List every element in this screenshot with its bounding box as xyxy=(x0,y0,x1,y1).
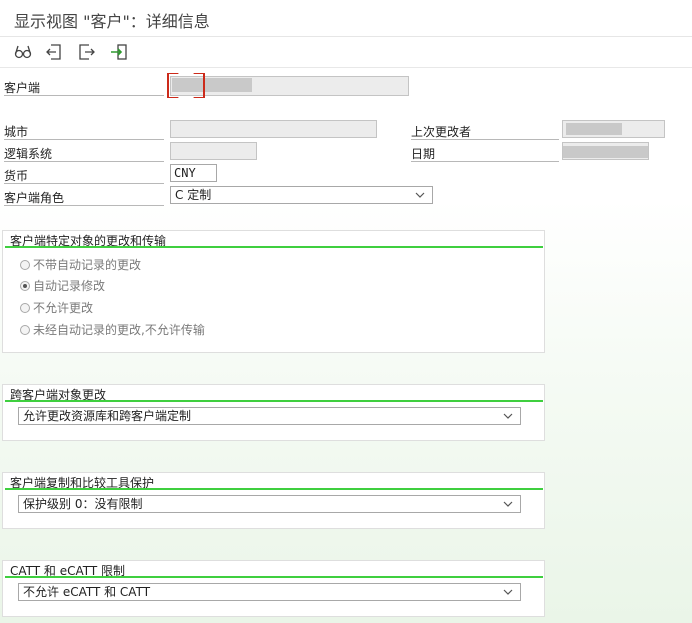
client-label: 客户端 xyxy=(4,79,164,96)
transport-icon[interactable] xyxy=(109,42,129,62)
group-divider xyxy=(5,576,543,578)
radio-button[interactable] xyxy=(20,324,30,335)
radio-button[interactable] xyxy=(20,302,30,313)
last-changed-by-label: 上次更改者 xyxy=(411,123,559,140)
client-role-select[interactable]: C 定制 xyxy=(170,186,433,204)
city-field[interactable] xyxy=(170,120,377,138)
radio-option-no-transport[interactable]: 未经自动记录的更改,不允许传输 xyxy=(20,321,205,338)
radio-option-no-auto-record[interactable]: 不带自动记录的更改 xyxy=(20,256,141,273)
radio-button[interactable] xyxy=(20,259,30,270)
currency-label: 货币 xyxy=(4,167,164,184)
catt-select[interactable]: 不允许 eCATT 和 CATT xyxy=(18,583,521,601)
toolbar xyxy=(0,37,692,68)
chevron-down-icon xyxy=(503,413,513,419)
back-arrow-icon[interactable] xyxy=(44,42,64,62)
glasses-icon[interactable] xyxy=(13,42,33,62)
group-divider xyxy=(5,400,543,402)
page-title: 显示视图 "客户"：详细信息 xyxy=(14,12,210,31)
copy-protection-select[interactable]: 保护级别 0：没有限制 xyxy=(18,495,521,513)
chevron-down-icon xyxy=(503,501,513,507)
currency-field[interactable]: CNY xyxy=(170,164,217,182)
last-changed-by-redacted xyxy=(566,123,622,135)
radio-option-auto-record[interactable]: 自动记录修改 xyxy=(20,277,105,294)
radio-option-no-changes[interactable]: 不允许更改 xyxy=(20,299,93,316)
chevron-down-icon xyxy=(503,589,513,595)
focus-marker xyxy=(167,73,205,98)
city-label: 城市 xyxy=(4,123,164,140)
date-redacted xyxy=(563,146,648,158)
chevron-down-icon xyxy=(415,192,425,198)
group-divider xyxy=(5,488,543,490)
forward-arrow-icon[interactable] xyxy=(77,42,97,62)
radio-button-selected[interactable] xyxy=(20,280,30,291)
cross-client-select[interactable]: 允许更改资源库和跨客户端定制 xyxy=(18,407,521,425)
logical-system-field[interactable] xyxy=(170,142,257,160)
logical-system-label: 逻辑系统 xyxy=(4,145,164,162)
client-role-label: 客户端角色 xyxy=(4,189,164,206)
group-divider xyxy=(5,246,543,248)
date-label: 日期 xyxy=(411,145,559,162)
